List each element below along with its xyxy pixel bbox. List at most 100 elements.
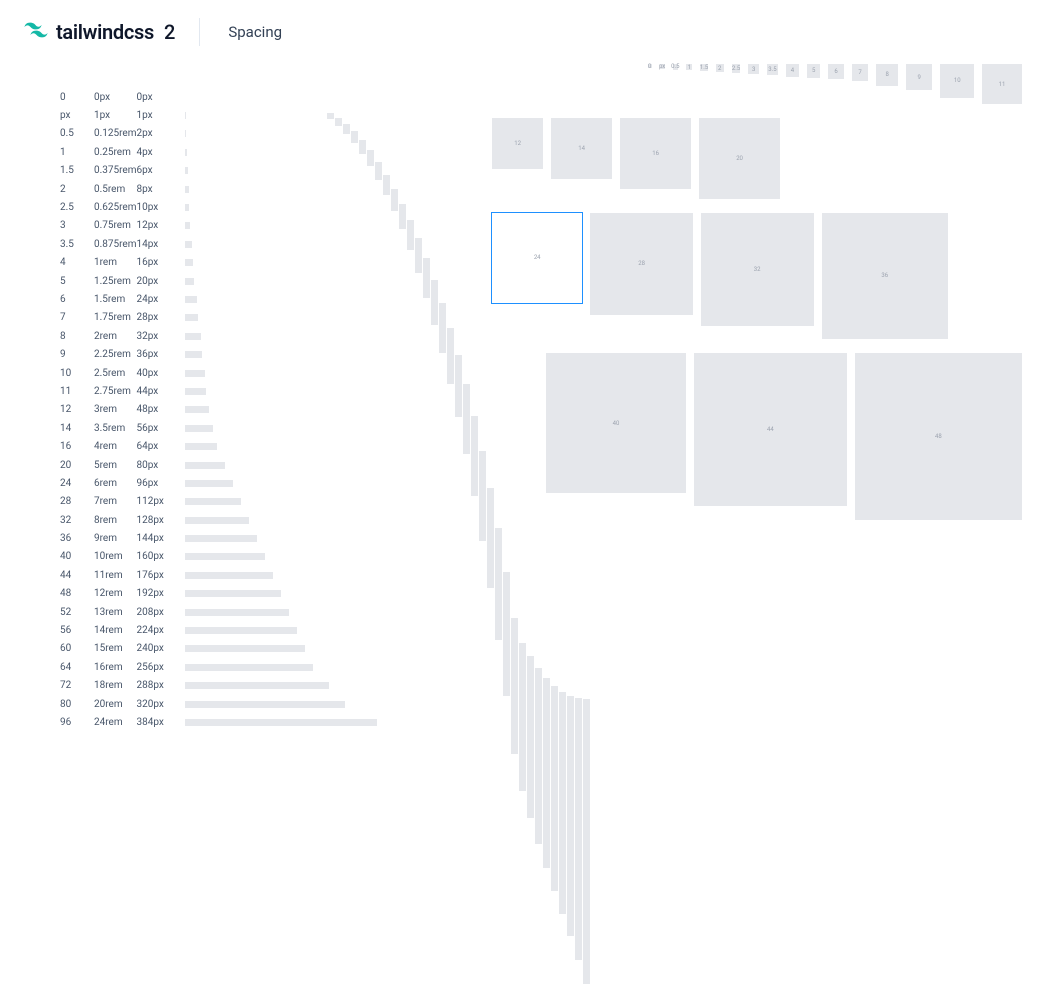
spacing-px: 8px xyxy=(137,180,185,198)
spacing-px: 144px xyxy=(137,529,185,547)
spacing-px: 240px xyxy=(137,640,185,658)
spacing-size: 3.5rem xyxy=(94,419,137,437)
block[interactable]: 7 xyxy=(852,64,869,81)
spacing-bar xyxy=(185,388,207,395)
spacing-size: 1rem xyxy=(94,254,137,272)
spacing-bar xyxy=(185,333,201,340)
block[interactable]: 36 xyxy=(822,213,948,339)
block[interactable]: 8 xyxy=(876,64,898,86)
block-label: 28 xyxy=(638,260,645,267)
spacing-name: 0 xyxy=(60,88,94,106)
spacing-bar xyxy=(185,645,305,652)
brand-name: tailwindcss xyxy=(56,20,154,44)
spacing-size: 24rem xyxy=(94,713,137,731)
spacing-px: 12px xyxy=(137,217,185,235)
spacing-px: 20px xyxy=(137,272,185,290)
brand-logo[interactable]: tailwindcss 2 xyxy=(24,18,175,46)
block[interactable]: 6 xyxy=(828,64,843,79)
spacing-size: 1.75rem xyxy=(94,309,137,327)
block-label: 36 xyxy=(881,272,888,279)
spacing-name: 10 xyxy=(60,364,94,382)
spacing-name: 2.5 xyxy=(60,198,94,216)
spacing-size: 9rem xyxy=(94,529,137,547)
block[interactable]: 0 xyxy=(648,64,652,68)
spacing-size: 14rem xyxy=(94,621,137,639)
spacing-size: 1px xyxy=(94,106,137,124)
spacing-px: 96px xyxy=(137,474,185,492)
spacing-px: 176px xyxy=(137,566,185,584)
block[interactable]: 5 xyxy=(807,64,821,78)
block[interactable]: 0.5 xyxy=(673,64,679,70)
spacing-bar xyxy=(185,167,188,174)
block[interactable]: 9 xyxy=(906,64,932,90)
spacing-px: 288px xyxy=(137,677,185,695)
spacing-px: 64px xyxy=(137,437,185,455)
block-label: px xyxy=(659,63,665,70)
block[interactable]: 28 xyxy=(590,213,692,315)
spacing-size: 0.375rem xyxy=(94,162,137,180)
block[interactable]: 40 xyxy=(546,353,686,493)
spacing-px: 256px xyxy=(137,658,185,676)
block[interactable]: 32 xyxy=(701,213,814,326)
block-label: 3.5 xyxy=(768,66,776,73)
block-row: 404448 xyxy=(492,353,1022,520)
block[interactable]: 2.5 xyxy=(732,64,741,73)
block[interactable]: 44 xyxy=(694,353,847,506)
block-label: 12 xyxy=(514,140,521,147)
spacing-size: 11rem xyxy=(94,566,137,584)
spacing-px: 44px xyxy=(137,382,185,400)
spacing-name: 2 xyxy=(60,180,94,198)
block[interactable]: 3 xyxy=(748,64,758,74)
spacing-px: 4px xyxy=(137,143,185,161)
spacing-name: 40 xyxy=(60,548,94,566)
block[interactable]: 2 xyxy=(716,64,724,72)
stair-bar xyxy=(535,668,542,844)
block-label: 0 xyxy=(648,63,651,70)
spacing-name: 96 xyxy=(60,713,94,731)
spacing-size: 18rem xyxy=(94,677,137,695)
stair-bar xyxy=(503,572,510,696)
block[interactable]: 12 xyxy=(492,118,543,169)
block-label: 0.5 xyxy=(671,63,679,70)
spacing-name: 11 xyxy=(60,382,94,400)
spacing-name: 36 xyxy=(60,529,94,547)
block[interactable]: 10 xyxy=(940,64,974,98)
block[interactable]: 20 xyxy=(699,118,780,199)
spacing-name: 60 xyxy=(60,640,94,658)
block[interactable]: 16 xyxy=(620,118,691,189)
block[interactable]: px xyxy=(660,64,665,69)
block[interactable]: 3.5 xyxy=(767,64,778,75)
spacing-bar xyxy=(185,112,186,119)
spacing-bar xyxy=(185,296,197,303)
stair-bar xyxy=(551,686,558,891)
stair-bar xyxy=(415,238,422,273)
block[interactable]: 14 xyxy=(551,118,612,179)
block[interactable]: 11 xyxy=(982,64,1022,104)
spacing-bar xyxy=(185,222,191,229)
spacing-px: 6px xyxy=(137,162,185,180)
stair-bar xyxy=(567,696,574,936)
block[interactable]: 1.5 xyxy=(700,64,707,71)
block[interactable]: 48 xyxy=(855,353,1022,520)
spacing-size: 12rem xyxy=(94,585,137,603)
spacing-px: 24px xyxy=(137,290,185,308)
block[interactable]: 4 xyxy=(786,64,799,77)
spacing-bar xyxy=(185,572,273,579)
spacing-bar xyxy=(185,314,199,321)
spacing-size: 1.25rem xyxy=(94,272,137,290)
block[interactable]: 1 xyxy=(686,64,692,70)
block-label: 10 xyxy=(954,77,961,84)
block-selected[interactable]: 24 xyxy=(492,213,582,303)
spacing-name: 8 xyxy=(60,327,94,345)
spacing-px: 32px xyxy=(137,327,185,345)
stair-bar xyxy=(423,258,430,298)
spacing-px: 112px xyxy=(137,493,185,511)
block-label: 24 xyxy=(534,254,541,261)
spacing-bar xyxy=(185,204,190,211)
spacing-name: 14 xyxy=(60,419,94,437)
spacing-size: 7rem xyxy=(94,493,137,511)
spacing-size: 0.25rem xyxy=(94,143,137,161)
spacing-size: 6rem xyxy=(94,474,137,492)
block-label: 4 xyxy=(791,67,794,74)
spacing-px: 2px xyxy=(137,125,185,143)
